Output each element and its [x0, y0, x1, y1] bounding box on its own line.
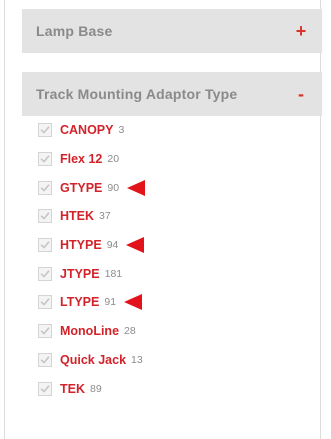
option-count: 181: [104, 267, 123, 280]
option-label[interactable]: HTYPE: [60, 238, 102, 252]
filter-option[interactable]: LTYPE 91: [38, 288, 298, 317]
filter-option[interactable]: CANOPY 3: [38, 116, 298, 145]
checkmark-icon: [40, 241, 50, 249]
checkmark-icon: [40, 356, 50, 364]
filter-option[interactable]: Flex 12 20: [38, 145, 298, 174]
checkbox[interactable]: [38, 352, 52, 367]
option-label[interactable]: MonoLine: [60, 324, 119, 338]
option-count: 28: [124, 325, 136, 338]
filter-option[interactable]: JTYPE 181: [38, 259, 298, 288]
option-label[interactable]: Quick Jack: [60, 353, 126, 367]
checkbox[interactable]: [38, 238, 52, 253]
option-count: 94: [106, 239, 119, 252]
left-arrow-icon: [127, 179, 146, 196]
option-count: 3: [118, 124, 125, 137]
checkmark-icon: [40, 184, 50, 192]
checkmark-icon: [40, 155, 50, 163]
filter-option[interactable]: HTYPE 94: [38, 231, 298, 260]
filter-option[interactable]: TEK 89: [38, 374, 298, 403]
filter-option[interactable]: GTYPE 90: [38, 173, 298, 202]
checkbox[interactable]: [38, 295, 52, 310]
track-mounting-adaptor-filter-header[interactable]: Track Mounting Adaptor Type -: [22, 72, 322, 116]
left-arrow-icon: [124, 294, 143, 311]
option-label[interactable]: TEK: [60, 382, 85, 396]
option-count: 13: [131, 353, 143, 366]
option-count: 20: [107, 153, 120, 166]
option-count: 89: [90, 382, 102, 395]
lamp-base-filter-title: Lamp Base: [36, 23, 113, 39]
option-label[interactable]: Flex 12: [60, 152, 102, 166]
checkmark-icon: [40, 384, 50, 392]
checkmark-icon: [40, 126, 50, 134]
collapse-minus-icon[interactable]: -: [294, 85, 308, 103]
checkbox[interactable]: [38, 123, 52, 138]
filter-option[interactable]: Quick Jack 13: [38, 346, 298, 375]
option-label[interactable]: LTYPE: [60, 295, 99, 309]
lamp-base-filter-header[interactable]: Lamp Base +: [22, 9, 322, 53]
checkmark-icon: [40, 298, 50, 306]
checkmark-icon: [40, 327, 50, 335]
checkbox[interactable]: [38, 266, 52, 281]
checkbox[interactable]: [38, 381, 52, 396]
track-mounting-adaptor-filter-title: Track Mounting Adaptor Type: [36, 86, 238, 102]
option-label[interactable]: HTEK: [60, 209, 94, 223]
left-arrow-icon: [126, 237, 145, 254]
option-label[interactable]: GTYPE: [60, 181, 102, 195]
checkbox[interactable]: [38, 324, 52, 339]
track-mounting-adaptor-options-list: CANOPY 3 Flex 12 20 GTYPE 90 HTEK 37 HTYPE 94 JTYP…: [38, 116, 298, 403]
option-count: 37: [99, 210, 111, 223]
option-count: 90: [107, 181, 120, 194]
checkmark-icon: [40, 212, 50, 220]
option-label[interactable]: CANOPY: [60, 123, 113, 137]
checkmark-icon: [40, 270, 50, 278]
expand-plus-icon[interactable]: +: [294, 22, 308, 40]
filter-option[interactable]: MonoLine 28: [38, 317, 298, 346]
option-count: 91: [104, 296, 117, 309]
option-label[interactable]: JTYPE: [60, 267, 100, 281]
filter-option[interactable]: HTEK 37: [38, 202, 298, 231]
checkbox[interactable]: [38, 180, 52, 195]
checkbox[interactable]: [38, 209, 52, 224]
checkbox[interactable]: [38, 152, 52, 167]
